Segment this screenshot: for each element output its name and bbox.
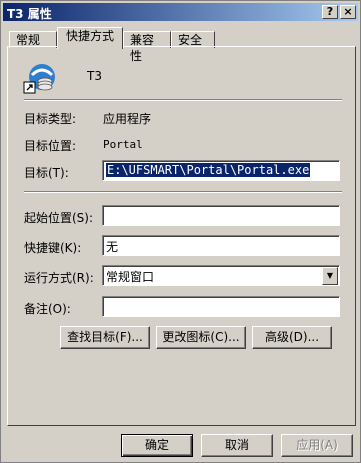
window-title: T3 属性 <box>7 7 52 21</box>
target-type-value: 应用程序 <box>103 112 152 126</box>
hotkey-input[interactable]: 无 <box>102 235 340 256</box>
help-button[interactable]: ? <box>322 5 338 19</box>
advanced-button[interactable]: 高级(D)... <box>252 326 332 349</box>
start-in-label: 起始位置(S): <box>24 211 94 225</box>
change-icon-button[interactable]: 更改图标(C)... <box>156 326 246 349</box>
tab-strip: 常规 快捷方式 兼容性 安全 <box>7 27 357 63</box>
cancel-button[interactable]: 取消 <box>201 434 273 457</box>
comment-label: 备注(O): <box>24 302 71 316</box>
run-select[interactable]: 常规窗口 ▼ <box>102 265 340 286</box>
target-type-label: 目标类型: <box>24 112 77 126</box>
apply-button[interactable]: 应用(A) <box>281 434 353 457</box>
divider <box>24 191 342 193</box>
close-button[interactable]: × <box>340 5 356 19</box>
run-select-value: 常规窗口 <box>106 270 155 284</box>
target-input-value: E:\UFSMART\Portal\Portal.exe <box>106 163 311 177</box>
shortcut-panel: T3 目标类型: 应用程序 目标位置: Portal 目标(T): E:\UFS… <box>7 46 356 426</box>
hotkey-label: 快捷键(K): <box>24 241 82 255</box>
find-target-button[interactable]: 查找目标(F)... <box>60 326 150 349</box>
shortcut-name: T3 <box>87 69 102 83</box>
tab-shortcut[interactable]: 快捷方式 <box>57 27 123 49</box>
chevron-down-icon[interactable]: ▼ <box>322 267 338 285</box>
target-location-label: 目标位置: <box>24 139 77 153</box>
shortcut-app-icon <box>22 61 56 95</box>
comment-input[interactable] <box>102 296 340 317</box>
target-input[interactable]: E:\UFSMART\Portal\Portal.exe <box>102 160 340 181</box>
target-label: 目标(T): <box>24 166 69 180</box>
run-label: 运行方式(R): <box>24 271 94 285</box>
properties-window: T3 属性 ? × 常规 快捷方式 兼容性 安全 T3 目标类型: 应用程序 目… <box>0 0 361 463</box>
title-bar[interactable]: T3 属性 ? × <box>3 3 358 21</box>
start-in-input[interactable] <box>102 205 340 226</box>
divider <box>24 99 342 101</box>
target-location-value: Portal <box>103 138 143 151</box>
ok-button[interactable]: 确定 <box>121 434 193 457</box>
